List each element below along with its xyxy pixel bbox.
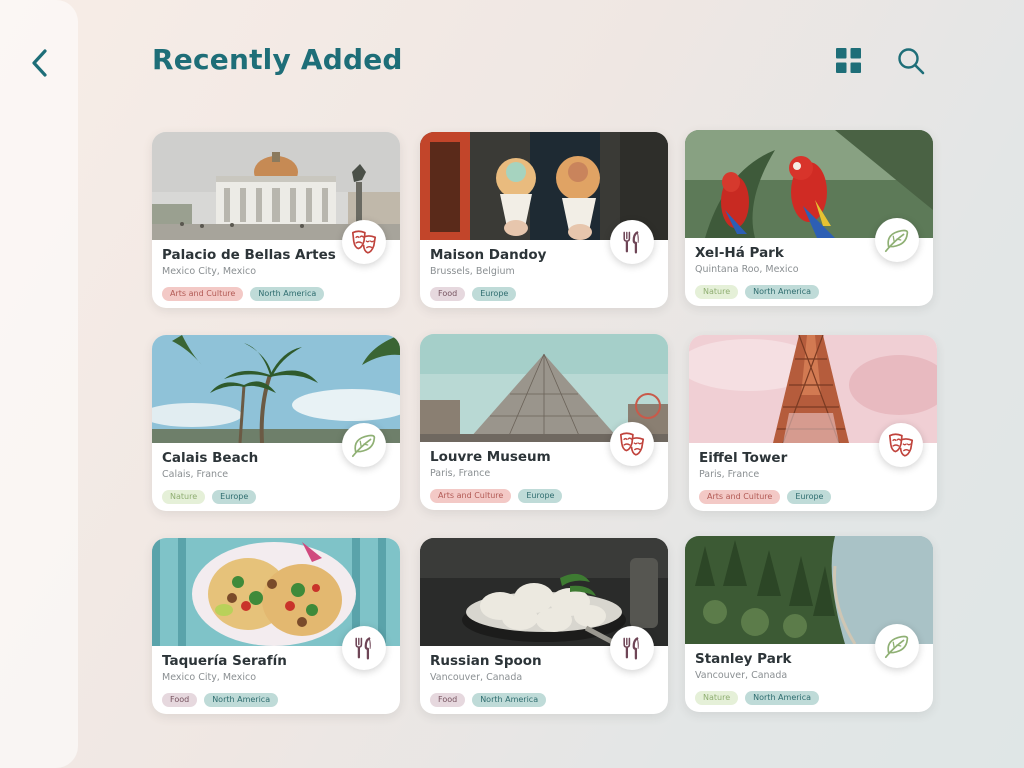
page-title: Recently Added [152,43,403,76]
place-name: Stanley Park [695,651,792,667]
category-tag[interactable]: Food [430,693,466,707]
place-card[interactable]: Maison Dandoy Brussels, Belgium Food Eur… [420,132,668,308]
category-badge[interactable] [610,422,654,466]
place-location: Vancouver, Canada [430,672,523,683]
place-card[interactable]: Calais Beach Calais, France Nature Europ… [152,335,400,511]
category-badge[interactable] [342,423,386,467]
category-tag[interactable]: Food [162,693,198,707]
leaf-icon [883,226,911,254]
place-location: Paris, France [430,468,491,479]
place-name: Palacio de Bellas Artes [162,247,336,263]
fork-knife-icon [619,635,645,661]
category-badge[interactable] [610,220,654,264]
search-button[interactable] [896,46,926,76]
place-location: Mexico City, Mexico [162,672,257,683]
place-location: Mexico City, Mexico [162,266,257,277]
category-badge[interactable] [342,220,386,264]
place-name: Louvre Museum [430,449,551,465]
grid-view-icon [836,48,861,73]
region-tag[interactable]: North America [745,285,820,299]
side-panel [0,0,78,768]
place-card[interactable]: Russian Spoon Vancouver, Canada Food Nor… [420,538,668,714]
region-tag[interactable]: North America [745,691,820,705]
category-badge[interactable] [610,626,654,670]
place-card[interactable]: Eiffel Tower Paris, France Arts and Cult… [689,335,937,511]
region-tag[interactable]: North America [472,693,547,707]
search-icon [898,48,925,75]
back-button[interactable] [26,48,54,78]
place-location: Paris, France [699,469,760,480]
leaf-icon [350,431,378,459]
category-tag[interactable]: Nature [695,691,739,705]
leaf-icon [883,632,911,660]
chevron-left-icon [32,49,47,77]
place-location: Quintana Roo, Mexico [695,264,799,275]
category-tag[interactable]: Nature [162,490,206,504]
region-tag[interactable]: Europe [212,490,257,504]
place-card[interactable]: Palacio de Bellas Artes Mexico City, Mex… [152,132,400,308]
category-badge[interactable] [875,624,919,668]
category-badge[interactable] [875,218,919,262]
theater-masks-icon [618,430,646,458]
place-name: Maison Dandoy [430,247,547,263]
theater-masks-icon [887,431,915,459]
region-tag[interactable]: Europe [472,287,517,301]
place-card[interactable]: Taquería Serafín Mexico City, Mexico Foo… [152,538,400,714]
region-tag[interactable]: North America [250,287,325,301]
place-card[interactable]: Stanley Park Vancouver, Canada Nature No… [685,536,933,712]
category-tag[interactable]: Nature [695,285,739,299]
category-tag[interactable]: Food [430,287,466,301]
fork-knife-icon [351,635,377,661]
place-name: Calais Beach [162,450,259,466]
place-card[interactable]: Xel-Há Park Quintana Roo, Mexico Nature … [685,130,933,306]
place-name: Xel-Há Park [695,245,784,261]
place-location: Brussels, Belgium [430,266,515,277]
place-location: Calais, France [162,469,229,480]
region-tag[interactable]: North America [204,693,279,707]
grid-view-button[interactable] [836,48,862,74]
category-badge[interactable] [879,423,923,467]
place-location: Vancouver, Canada [695,670,788,681]
category-tag[interactable]: Arts and Culture [699,490,781,504]
fork-knife-icon [619,229,645,255]
category-tag[interactable]: Arts and Culture [162,287,244,301]
place-name: Taquería Serafín [162,653,287,669]
place-name: Russian Spoon [430,653,542,669]
place-card[interactable]: Louvre Museum Paris, France Arts and Cul… [420,334,668,510]
place-name: Eiffel Tower [699,450,788,466]
category-badge[interactable] [342,626,386,670]
region-tag[interactable]: Europe [787,490,832,504]
region-tag[interactable]: Europe [518,489,563,503]
category-tag[interactable]: Arts and Culture [430,489,512,503]
theater-masks-icon [350,228,378,256]
